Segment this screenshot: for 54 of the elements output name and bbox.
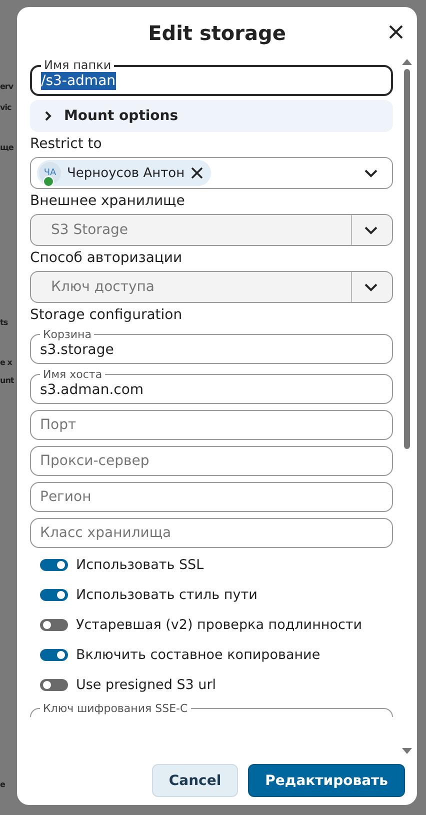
toggle-switch[interactable] bbox=[40, 649, 68, 661]
avatar: ЧА bbox=[39, 162, 61, 184]
user-select[interactable]: ЧА Черноусов Антон bbox=[30, 157, 393, 189]
field-label: Имя папки bbox=[43, 59, 112, 72]
background-text: erv bbox=[0, 82, 14, 91]
input-field[interactable]: Регион bbox=[30, 482, 393, 512]
toggle-label: Включить составное копирование bbox=[76, 647, 320, 663]
field-label: Имя хоста bbox=[42, 368, 104, 381]
background-text: e bbox=[0, 780, 5, 789]
chevron-down-icon bbox=[364, 226, 378, 234]
scroll-down-icon[interactable] bbox=[402, 748, 412, 754]
input-field[interactable]: Порт bbox=[30, 410, 393, 440]
text-field[interactable]: Корзина s3.storage bbox=[30, 328, 393, 364]
background-text: e x bbox=[0, 358, 12, 367]
toggle-switch[interactable] bbox=[40, 619, 68, 631]
remove-icon[interactable] bbox=[190, 167, 203, 179]
folder-name-field[interactable]: Имя папки /s3-adman bbox=[30, 59, 393, 96]
input-field[interactable]: Класс хранилища bbox=[30, 518, 393, 548]
cancel-button[interactable]: Cancel bbox=[152, 764, 238, 797]
field-label: Внешнее хранилище bbox=[30, 193, 186, 210]
toggle-label: Использовать SSL bbox=[76, 557, 204, 573]
field-value: /s3-adman bbox=[41, 72, 116, 90]
dropdown-value: Ключ доступа bbox=[50, 279, 156, 295]
toggle-label: Use presigned S3 url bbox=[76, 677, 216, 693]
text-field[interactable]: Имя хоста s3.adman.com bbox=[30, 368, 393, 404]
toggle-label: Устаревшая (v2) проверка подлинности bbox=[76, 617, 362, 633]
field-label: Корзина bbox=[42, 328, 92, 341]
background-text: vic bbox=[0, 103, 12, 112]
chevron-down-icon bbox=[364, 168, 378, 178]
submit-button[interactable]: Редактировать bbox=[248, 764, 405, 797]
chevron-icon bbox=[44, 110, 52, 122]
text-field[interactable]: Ключ шифрования SSE-C bbox=[30, 702, 393, 717]
background-text: ts bbox=[0, 318, 8, 327]
field-value: s3.storage bbox=[40, 341, 114, 359]
user-name: Черноусов Антон bbox=[67, 166, 185, 180]
background-text: ще bbox=[0, 143, 14, 152]
scroll-up-icon[interactable] bbox=[402, 59, 412, 65]
close-button[interactable] bbox=[387, 23, 405, 41]
input-field[interactable]: Прокси-сервер bbox=[30, 446, 393, 476]
toggle-switch[interactable] bbox=[40, 559, 68, 571]
mount-options-toggle[interactable]: Mount options bbox=[30, 100, 393, 132]
toggle-switch[interactable] bbox=[40, 589, 68, 601]
field-value: s3.adman.com bbox=[40, 381, 144, 399]
field-label: Способ авторизации bbox=[30, 250, 184, 267]
background-text: unt bbox=[0, 376, 14, 385]
toggle-switch[interactable] bbox=[40, 679, 68, 691]
field-label: Ключ шифрования SSE-C bbox=[42, 702, 189, 715]
toggle-label: Использовать стиль пути bbox=[76, 587, 258, 603]
dropdown-value: S3 Storage bbox=[50, 222, 130, 238]
field-label: Restrict to bbox=[30, 136, 103, 153]
close-icon bbox=[389, 25, 403, 39]
dialog-title: Edit storage bbox=[148, 21, 286, 45]
section-heading: Storage configuration bbox=[30, 307, 184, 324]
chevron-down-icon bbox=[364, 282, 378, 292]
